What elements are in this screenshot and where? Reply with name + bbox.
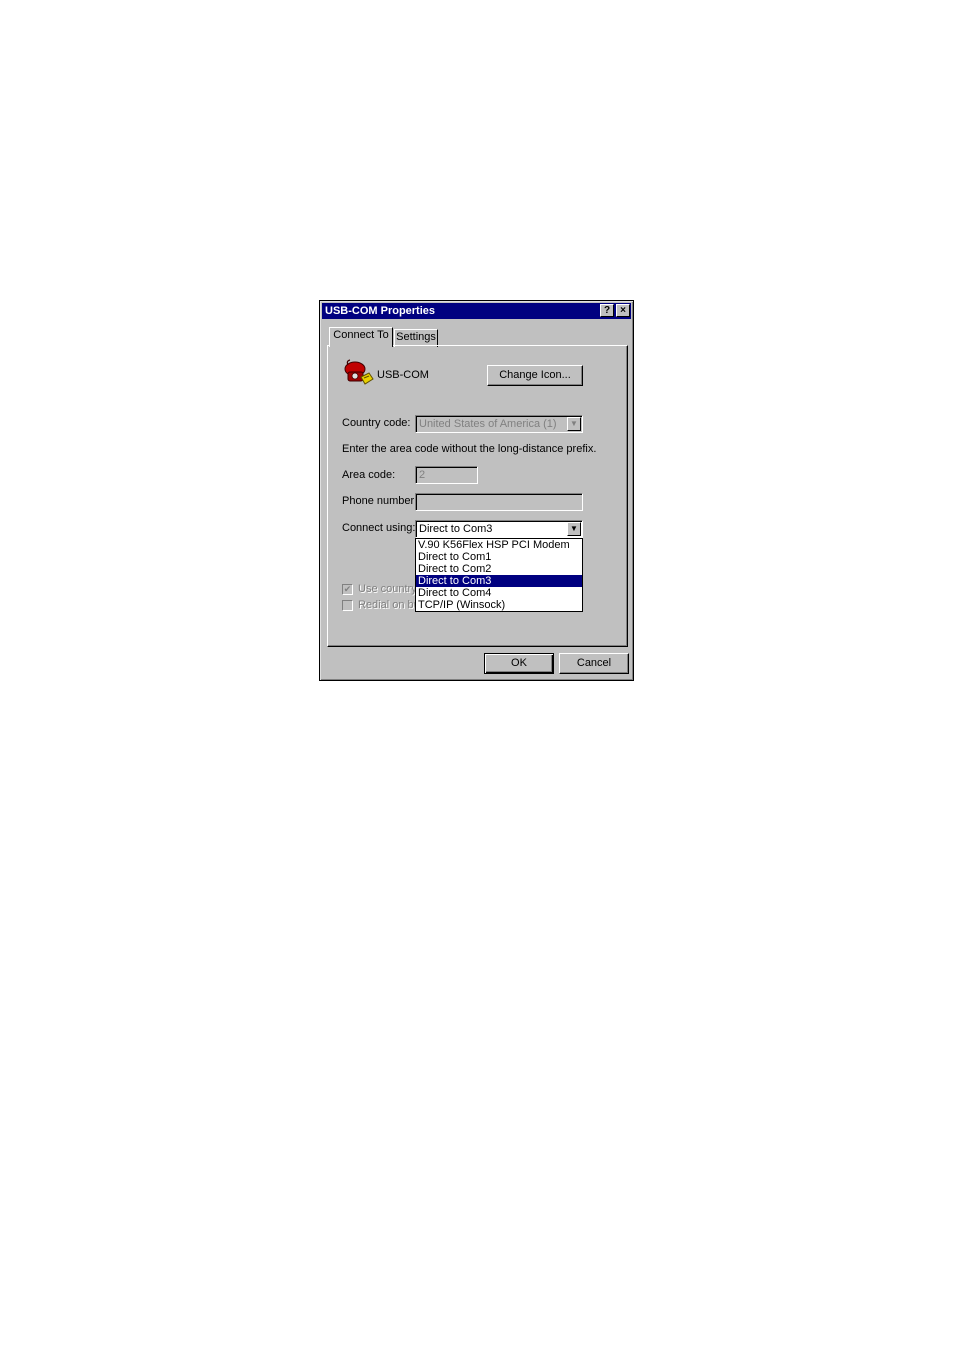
window-title: USB-COM Properties	[325, 305, 436, 317]
connect-using-label: Connect using:	[342, 522, 416, 534]
dropdown-option[interactable]: Direct to Com4	[416, 587, 582, 599]
country-code-value: United States of America (1)	[419, 418, 557, 430]
title-bar[interactable]: USB-COM Properties ? ×	[322, 303, 631, 319]
dropdown-option[interactable]: TCP/IP (Winsock)	[416, 599, 582, 611]
tab-connect-to[interactable]: Connect To	[329, 327, 393, 347]
ok-button[interactable]: OK	[484, 653, 554, 674]
area-code-field: 2	[415, 466, 478, 484]
close-button[interactable]: ×	[616, 304, 630, 317]
use-country-label: Use country	[358, 583, 417, 595]
phone-number-field	[415, 493, 583, 511]
redial-label: Redial on bu	[358, 599, 420, 611]
area-code-hint: Enter the area code without the long-dis…	[342, 443, 597, 455]
dropdown-option[interactable]: V.90 K56Flex HSP PCI Modem	[416, 539, 582, 551]
connect-using-select[interactable]: Direct to Com3 ▼	[415, 520, 583, 538]
country-code-select: United States of America (1) ▼	[415, 415, 583, 433]
dropdown-option[interactable]: Direct to Com1	[416, 551, 582, 563]
change-icon-button[interactable]: Change Icon...	[487, 365, 583, 386]
cancel-button[interactable]: Cancel	[559, 653, 629, 674]
help-button[interactable]: ?	[600, 304, 614, 317]
connect-using-dropdown: V.90 K56Flex HSP PCI Modem Direct to Com…	[415, 538, 583, 612]
telephone-icon	[344, 359, 374, 385]
chevron-down-icon: ▼	[567, 417, 581, 431]
redial-checkbox[interactable]	[342, 600, 353, 611]
area-code-value: 2	[419, 469, 426, 481]
phone-number-label: Phone number:	[342, 495, 418, 507]
connect-using-value: Direct to Com3	[419, 523, 493, 535]
area-code-label: Area code:	[342, 469, 396, 481]
dropdown-option[interactable]: Direct to Com2	[416, 563, 582, 575]
properties-dialog: USB-COM Properties ? × Connect To Settin…	[319, 300, 634, 681]
use-country-checkbox[interactable]: ✔	[342, 584, 353, 595]
connection-name: USB-COM	[377, 369, 429, 381]
chevron-down-icon[interactable]: ▼	[567, 522, 581, 536]
dropdown-option-selected[interactable]: Direct to Com3	[416, 575, 582, 587]
country-code-label: Country code:	[342, 417, 411, 429]
